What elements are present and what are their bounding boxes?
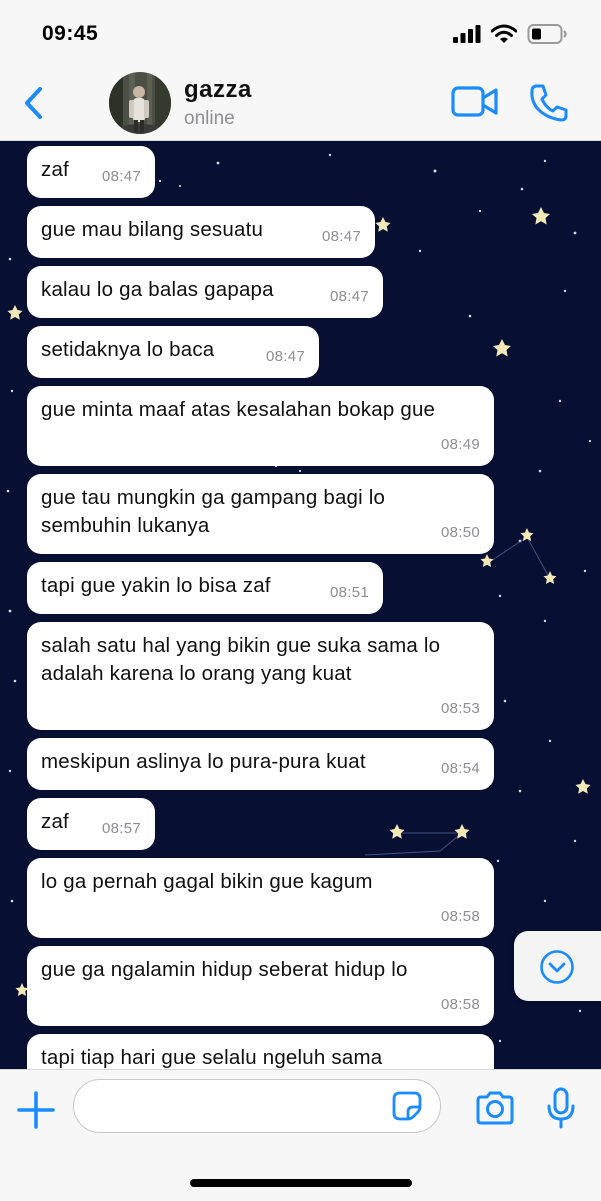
message-bubble[interactable]: lo ga pernah gagal bikin gue kagum 08:58 [27,858,494,938]
status-time: 09:45 [42,22,99,45]
message-time: 08:47 [265,348,305,365]
message-text: tapi gue yakin lo bisa zaf [41,574,271,597]
message-time: 08:47 [329,288,369,305]
message-time: 08:58 [440,908,480,925]
chevron-down-circle-icon [540,950,574,984]
message-text: kalau lo ga balas gapapa [41,278,274,301]
attach-button[interactable] [16,1090,56,1130]
message-time: 08:54 [440,760,480,777]
message-text: gue ga ngalamin hidup seberat hidup lo [41,958,408,981]
message-input[interactable] [73,1079,441,1133]
video-call-button[interactable] [450,84,500,120]
message-text: zaf [41,810,69,833]
message-bubble[interactable]: tapi tiap hari gue selalu ngeluh sama [27,1034,494,1069]
message-text: setidaknya lo baca [41,338,215,361]
message-bubble[interactable]: zaf 08:57 [27,798,155,850]
contact-name[interactable]: gazza [184,76,252,104]
sticker-button[interactable] [391,1090,423,1122]
status-bar: 09:45 [0,0,601,66]
message-text: meskipun aslinya lo pura-pura kuat [41,750,366,773]
sticker-icon [392,1091,422,1121]
message-time: 08:47 [101,168,141,185]
battery-icon [527,24,567,44]
message-bubble[interactable]: kalau lo ga balas gapapa 08:47 [27,266,383,318]
voice-call-button[interactable] [528,82,570,124]
camera-button[interactable] [474,1090,516,1126]
contact-status: online [184,108,235,129]
plus-icon [17,1091,55,1129]
status-icons [453,22,567,46]
message-text: tapi tiap hari gue selalu ngeluh sama [41,1046,383,1069]
message-input-bar [0,1069,601,1201]
message-text: lo ga pernah gagal bikin gue kagum [41,870,373,893]
voice-message-button[interactable] [545,1086,577,1130]
message-bubble[interactable]: meskipun aslinya lo pura-pura kuat 08:54 [27,738,494,790]
home-indicator [190,1179,412,1187]
message-bubble[interactable]: gue tau mungkin ga gampang bagi lo sembu… [27,474,494,554]
back-button[interactable] [18,84,52,122]
video-camera-icon [451,86,498,117]
message-time: 08:47 [321,228,361,245]
message-text: gue mau bilang sesuatu [41,218,264,241]
chevron-left-icon [25,87,42,119]
chat-header: gazza online [0,66,601,141]
message-bubble[interactable]: gue ga ngalamin hidup seberat hidup lo 0… [27,946,494,1026]
message-time: 08:58 [440,996,480,1013]
chat-area[interactable]: zaf 08:47 gue mau bilang sesuatu 08:47 k… [0,141,601,1069]
message-bubble[interactable]: tapi gue yakin lo bisa zaf 08:51 [27,562,383,614]
message-time: 08:50 [440,524,480,541]
wifi-icon [491,24,517,43]
camera-icon [476,1091,514,1125]
message-bubble[interactable]: zaf 08:47 [27,146,155,198]
scroll-to-bottom-button[interactable] [514,931,601,1001]
message-text: gue minta maaf atas kesalahan bokap gue [41,398,436,421]
message-bubble[interactable]: salah satu hal yang bikin gue suka sama … [27,622,494,730]
microphone-icon [547,1087,575,1129]
phone-icon [530,84,568,122]
cellular-signal-icon [453,25,481,43]
message-bubble[interactable]: gue minta maaf atas kesalahan bokap gue … [27,386,494,466]
message-bubble[interactable]: setidaknya lo baca 08:47 [27,326,319,378]
message-time: 08:51 [329,584,369,601]
message-time: 08:53 [440,700,480,717]
message-text: gue tau mungkin ga gampang bagi lo sembu… [41,486,386,537]
message-text: salah satu hal yang bikin gue suka sama … [41,634,441,685]
message-time: 08:49 [440,436,480,453]
message-text: zaf [41,158,69,181]
message-bubble[interactable]: gue mau bilang sesuatu 08:47 [27,206,375,258]
avatar[interactable] [109,72,171,134]
message-time: 08:57 [101,820,141,837]
